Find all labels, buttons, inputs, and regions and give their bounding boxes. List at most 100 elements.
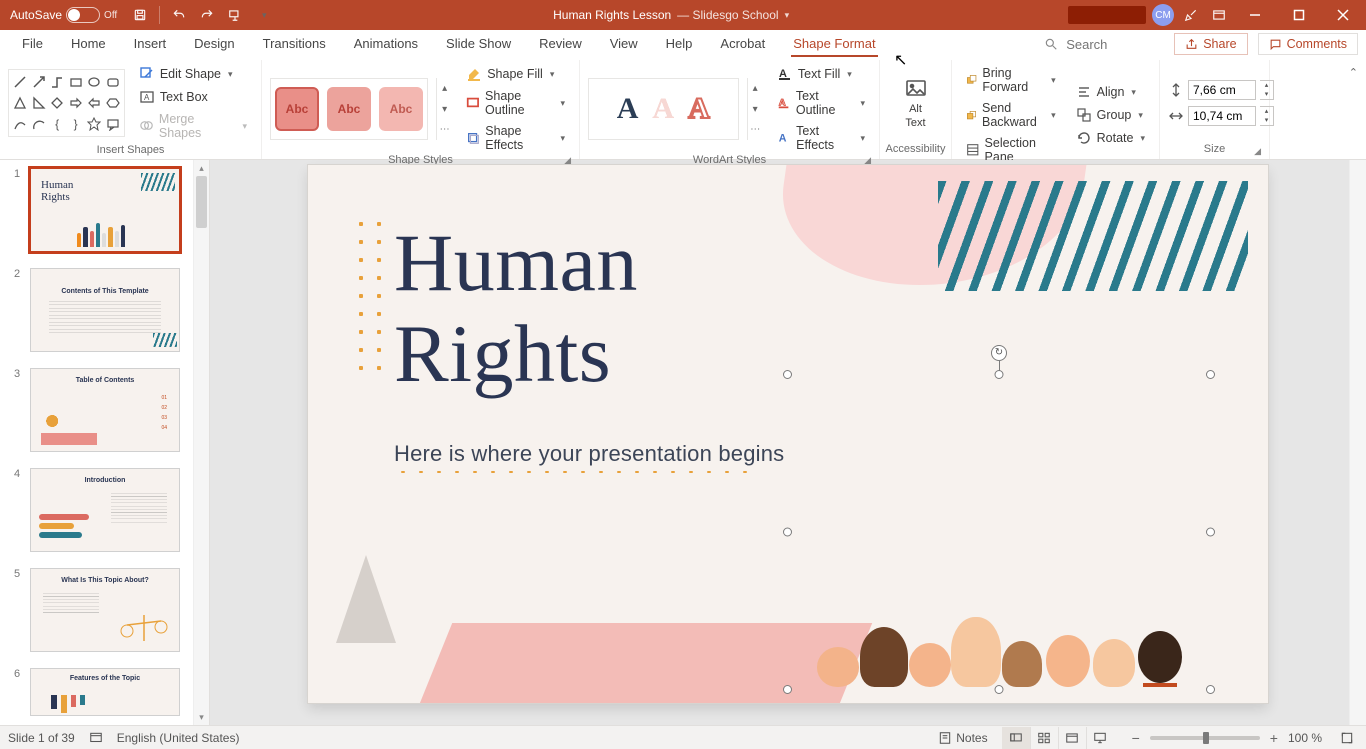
tab-insert[interactable]: Insert [120,30,181,59]
thumbnail-slide-5[interactable]: What Is This Topic About? [30,568,180,652]
slide-sorter-view-button[interactable] [1030,727,1058,749]
save-icon[interactable] [129,4,151,26]
wordart-swatch-1[interactable]: A [617,92,639,126]
minimize-button[interactable] [1236,0,1274,30]
tab-review[interactable]: Review [525,30,596,59]
user-avatar[interactable]: CM [1152,4,1174,26]
comments-button[interactable]: Comments [1258,33,1358,55]
shape-triangle-icon[interactable] [12,94,28,113]
send-backward-button[interactable]: Send Backward▾ [960,99,1062,131]
wa-up-icon[interactable]: ▴ [748,78,763,99]
group-button[interactable]: Group▾ [1070,105,1151,125]
tab-animations[interactable]: Animations [340,30,432,59]
shape-effects-button[interactable]: Shape Effects▾ [460,122,571,154]
style-swatch-1[interactable]: Abc [275,87,319,131]
thumbnail-item[interactable]: 4 Introduction [14,468,185,552]
tab-transitions[interactable]: Transitions [249,30,340,59]
normal-view-button[interactable] [1002,727,1030,749]
shape-curve-icon[interactable] [12,114,28,133]
style-swatch-2[interactable]: Abc [327,87,371,131]
text-fill-button[interactable]: A Text Fill▾ [771,64,871,84]
zoom-slider-thumb[interactable] [1203,732,1209,744]
tab-file[interactable]: File [8,30,57,59]
zoom-slider[interactable] [1150,736,1260,740]
wa-down-icon[interactable]: ▾ [748,99,763,120]
slide-subtitle[interactable]: Here is where your presentation begins [394,441,784,467]
shape-arrow-left-icon[interactable] [86,94,102,113]
style-swatch-3[interactable]: Abc [379,87,423,131]
tab-slideshow[interactable]: Slide Show [432,30,525,59]
shape-oval-icon[interactable] [86,73,102,92]
shape-callout-icon[interactable] [104,114,120,133]
redo-icon[interactable] [196,4,218,26]
thumbnail-list[interactable]: 1 HumanRights [0,160,193,725]
thumbnail-slide-2[interactable]: Contents of This Template [30,268,180,352]
text-effects-button[interactable]: A Text Effects▾ [771,122,871,154]
wordart-gallery-more[interactable]: ▴ ▾ ⋯ [747,78,763,140]
thumbnail-item[interactable]: 1 HumanRights [14,168,185,252]
ribbon-display-icon[interactable] [1208,4,1230,26]
reading-view-button[interactable] [1058,727,1086,749]
scroll-grip[interactable] [196,176,207,228]
size-launcher-icon[interactable]: ◢ [1254,146,1261,157]
selected-object[interactable] [788,375,1210,689]
slide-counter[interactable]: Slide 1 of 39 [8,731,75,745]
account-name-redacted[interactable] [1068,6,1146,24]
wordart-gallery[interactable]: A A A [588,78,739,140]
zoom-out-button[interactable]: − [1128,730,1144,746]
thumbnail-item[interactable]: 2 Contents of This Template [14,268,185,352]
shape-hexagon-icon[interactable] [104,94,120,113]
accessibility-status-icon[interactable] [89,731,103,745]
gallery-up-icon[interactable]: ▴ [437,78,452,99]
scroll-track[interactable] [194,176,209,709]
shape-rounded-rect-icon[interactable] [104,73,120,92]
fit-to-window-button[interactable] [1336,727,1358,749]
align-button[interactable]: Align▾ [1070,82,1151,102]
wordart-swatch-2[interactable]: A [652,92,674,126]
search-box[interactable] [1020,36,1164,53]
shape-connector-icon[interactable] [49,73,65,92]
shape-diamond-icon[interactable] [49,94,65,113]
thumbnail-slide-4[interactable]: Introduction [30,468,180,552]
height-input[interactable] [1188,80,1256,100]
shape-star-icon[interactable] [86,114,102,133]
undo-icon[interactable] [168,4,190,26]
shape-style-gallery-more[interactable]: ▴ ▾ ⋯ [436,78,452,140]
shape-right-triangle-icon[interactable] [30,94,46,113]
text-outline-button[interactable]: A Text Outline▾ [771,87,871,119]
shape-style-gallery[interactable]: Abc Abc Abc [270,78,428,140]
slideshow-view-button[interactable] [1086,727,1114,749]
coming-soon-icon[interactable] [1180,4,1202,26]
thumbnail-slide-6[interactable]: Features of the Topic [30,668,180,716]
collapse-ribbon-icon[interactable]: ⌃ [1349,66,1358,79]
rotate-button[interactable]: Rotate▾ [1070,128,1151,148]
zoom-in-button[interactable]: + [1266,730,1282,746]
bring-forward-button[interactable]: Bring Forward▾ [960,64,1062,96]
autosave-pill[interactable] [66,7,100,23]
thumbnail-slide-3[interactable]: Table of Contents 01020304 [30,368,180,452]
shape-brace-right-icon[interactable]: } [67,114,83,133]
tab-shape-format[interactable]: Shape Format [779,30,889,59]
tab-help[interactable]: Help [652,30,707,59]
language-status[interactable]: English (United States) [117,731,240,745]
slide-title[interactable]: Human Rights [394,217,638,401]
tab-home[interactable]: Home [57,30,120,59]
gallery-down-icon[interactable]: ▾ [437,99,452,120]
autosave-toggle[interactable]: AutoSave Off [4,5,123,25]
thumbnail-slide-1[interactable]: HumanRights [30,168,180,252]
shape-brace-left-icon[interactable]: { [49,114,65,133]
zoom-percent[interactable]: 100 % [1288,731,1322,745]
qat-more-icon[interactable] [252,4,274,26]
tab-view[interactable]: View [596,30,652,59]
maximize-button[interactable] [1280,0,1318,30]
share-button[interactable]: Share [1174,33,1247,55]
thumbnail-item[interactable]: 5 What Is This Topic About? [14,568,185,652]
shape-rect-icon[interactable] [67,73,83,92]
alt-text-button[interactable]: Alt Text [892,77,940,129]
tab-acrobat[interactable]: Acrobat [706,30,779,59]
shape-fill-button[interactable]: Shape Fill▾ [460,64,571,84]
width-input[interactable] [1188,106,1256,126]
rotate-handle[interactable] [991,345,1007,361]
thumbnail-item[interactable]: 3 Table of Contents 01020304 [14,368,185,452]
wordart-swatch-3[interactable]: A [688,92,710,126]
